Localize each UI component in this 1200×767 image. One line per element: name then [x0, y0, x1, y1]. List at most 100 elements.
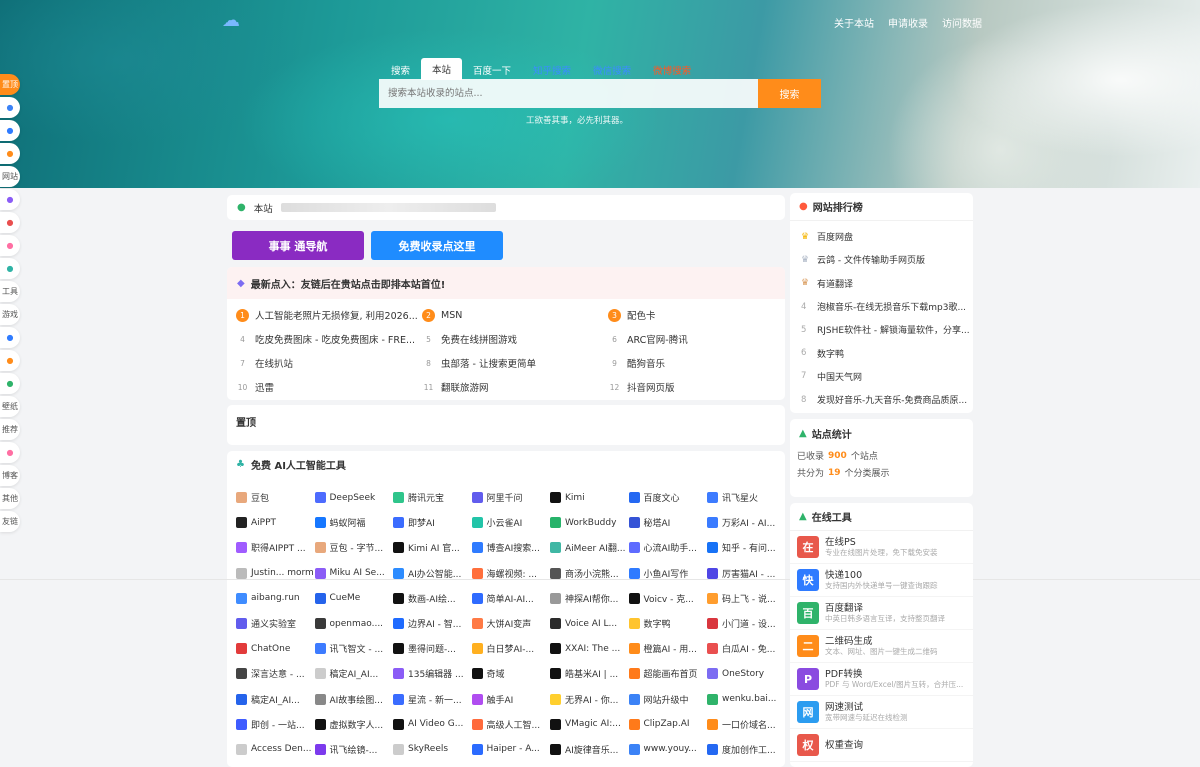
- ranking-item[interactable]: ♛ 有道翻译: [790, 272, 973, 295]
- ai-tool-link[interactable]: 厉害猫AI - ...: [707, 561, 785, 586]
- ai-tool-link[interactable]: DeepSeek: [314, 485, 394, 510]
- ai-tool-link[interactable]: AiMeer AI翻...: [550, 535, 629, 560]
- ai-tool-link[interactable]: 即创 - 一站...: [236, 712, 315, 737]
- ai-tool-link[interactable]: openmao....: [314, 611, 394, 636]
- ai-tool-link[interactable]: Kimi AI 官...: [393, 535, 472, 560]
- ai-tool-link[interactable]: 神探AI帮你...: [550, 586, 629, 611]
- free-submit-button[interactable]: 免费收录点这里: [371, 231, 503, 260]
- left-nav-item[interactable]: ●: [0, 373, 20, 394]
- header-link-about[interactable]: 关于本站: [834, 15, 874, 30]
- ai-tool-link[interactable]: 秘塔AI: [628, 510, 708, 535]
- left-nav-item[interactable]: 置顶: [0, 74, 20, 95]
- ai-tool-link[interactable]: 腾讯元宝: [393, 485, 472, 510]
- tool-item[interactable]: 百百度翻译 中英日韩多语言互译，支持整页翻译: [790, 597, 973, 630]
- left-nav-item[interactable]: ●: [0, 212, 20, 233]
- tool-item[interactable]: 二二维码生成 文本、网址、图片一键生成二维码: [790, 630, 973, 663]
- tool-item[interactable]: 网网速测试 宽带网速与延迟在线检测: [790, 696, 973, 729]
- ai-tool-link[interactable]: wenku.bai...: [707, 687, 785, 712]
- hot-list-item[interactable]: 4 吃皮免费图床 - 吃皮免费图床 - FRE...: [236, 327, 422, 351]
- ai-tool-link[interactable]: 小云雀AI: [471, 510, 551, 535]
- ai-tool-link[interactable]: 即梦AI: [393, 510, 472, 535]
- tool-item[interactable]: 权权重查询: [790, 729, 973, 762]
- ranking-item[interactable]: 7 中国天气网: [790, 365, 973, 388]
- left-nav-item[interactable]: 推荐: [0, 419, 20, 440]
- ai-tool-link[interactable]: Haiper - A...: [471, 737, 551, 762]
- hot-list-item[interactable]: 2 MSN: [422, 303, 608, 327]
- ranking-item[interactable]: 6 数字鸭: [790, 341, 973, 364]
- ai-tool-link[interactable]: AiPPT: [236, 510, 315, 535]
- ai-tool-link[interactable]: WorkBuddy: [550, 510, 629, 535]
- hot-list-item[interactable]: 6 ARC官网-腾讯: [608, 327, 785, 351]
- ai-tool-link[interactable]: 白瓜AI - 免...: [707, 636, 785, 661]
- ai-tool-link[interactable]: Voice AI L...: [550, 611, 629, 636]
- ai-tool-link[interactable]: AI旋律音乐...: [550, 737, 629, 762]
- ai-tool-link[interactable]: 豆包 - 字节...: [314, 535, 394, 560]
- cloud-logo-icon[interactable]: ☁: [222, 10, 240, 31]
- ai-tool-link[interactable]: 百度文心: [628, 485, 708, 510]
- ai-tool-link[interactable]: 边界AI - 智...: [393, 611, 472, 636]
- ai-tool-link[interactable]: 知乎 - 有问...: [707, 535, 785, 560]
- ai-tool-link[interactable]: www.youy...: [628, 737, 708, 762]
- ai-tool-link[interactable]: 稿定AI_AI...: [236, 687, 315, 712]
- left-nav-item[interactable]: ●: [0, 327, 20, 348]
- ai-tool-link[interactable]: 深言达意 - ...: [236, 661, 315, 686]
- ai-tool-link[interactable]: 蚂蚁阿福: [314, 510, 394, 535]
- left-nav-item[interactable]: ●: [0, 120, 20, 141]
- ranking-item[interactable]: 5 RJSHE软件社 - 解锁海量软件，分享...: [790, 318, 973, 341]
- ai-tool-link[interactable]: Justin... morm: [236, 561, 315, 586]
- tool-item[interactable]: 快快递100 支持国内外快递单号一键查询跟踪: [790, 564, 973, 597]
- search-tab[interactable]: 百度一下: [462, 60, 522, 80]
- ai-tool-link[interactable]: 大饼AI变声: [471, 611, 551, 636]
- hot-list-item[interactable]: 5 免费在线拼图游戏: [422, 327, 608, 351]
- ai-tool-link[interactable]: 海螺视频: ...: [471, 561, 551, 586]
- left-nav-item[interactable]: 其他: [0, 488, 20, 509]
- search-tab[interactable]: 搜索: [380, 60, 421, 80]
- ai-tool-link[interactable]: VMagic AI:...: [550, 712, 629, 737]
- left-nav-item[interactable]: ●: [0, 189, 20, 210]
- hot-list-item[interactable]: 12 抖音网页版: [608, 375, 785, 399]
- ai-tool-link[interactable]: 触手AI: [471, 687, 551, 712]
- left-nav-item[interactable]: ●: [0, 258, 20, 279]
- ai-tool-link[interactable]: 网站升级中: [628, 687, 708, 712]
- ai-tool-link[interactable]: 数字鸭: [628, 611, 708, 636]
- ai-tool-link[interactable]: 稿定AI_AI...: [314, 661, 394, 686]
- search-tab[interactable]: 本站: [421, 58, 463, 80]
- ai-tool-link[interactable]: 简单AI-AI...: [471, 586, 551, 611]
- ai-tool-link[interactable]: 度加创作工...: [707, 737, 785, 762]
- ai-tool-link[interactable]: 讯飞智文 - ...: [314, 636, 394, 661]
- ai-tool-link[interactable]: 心流AI助手...: [628, 535, 708, 560]
- ai-tool-link[interactable]: Kimi: [550, 485, 629, 510]
- ai-tool-link[interactable]: 高级人工智...: [471, 712, 551, 737]
- ai-tool-link[interactable]: 博查AI搜索...: [471, 535, 551, 560]
- ai-tool-link[interactable]: 星流 - 新一...: [393, 687, 472, 712]
- ai-tool-link[interactable]: 小鱼AI写作: [628, 561, 708, 586]
- left-nav-item[interactable]: 壁纸: [0, 396, 20, 417]
- ai-tool-link[interactable]: AI办公智能...: [393, 561, 472, 586]
- ai-tool-link[interactable]: 橙篇AI - 用...: [628, 636, 708, 661]
- ai-tool-link[interactable]: 皓基米AI | ...: [550, 661, 629, 686]
- ai-tool-link[interactable]: 讯飞绘镜-...: [314, 737, 394, 762]
- hot-list-item[interactable]: 7 在线扒站: [236, 351, 422, 375]
- left-nav-item[interactable]: ●: [0, 143, 20, 164]
- ai-tool-link[interactable]: AI故事绘图...: [314, 687, 394, 712]
- ranking-item[interactable]: 4 泡椒音乐-在线无损音乐下载mp3歌...: [790, 295, 973, 318]
- left-nav-item[interactable]: 游戏: [0, 304, 20, 325]
- ranking-item[interactable]: 8 发现好音乐-九天音乐-免费商品质原...: [790, 388, 973, 411]
- ai-tool-link[interactable]: SkyReels: [393, 737, 472, 762]
- ai-tool-link[interactable]: 超能画布首页: [628, 661, 708, 686]
- ai-tool-link[interactable]: OneStory: [707, 661, 785, 686]
- ai-tool-link[interactable]: XXAI: The ...: [550, 636, 629, 661]
- ranking-item[interactable]: ♛ 云鸽 - 文件传输助手网页版: [790, 248, 973, 271]
- ai-tool-link[interactable]: 白日梦AI-...: [471, 636, 551, 661]
- ai-tool-link[interactable]: 码上飞 - 说...: [707, 586, 785, 611]
- ai-tool-link[interactable]: 阿里千问: [471, 485, 551, 510]
- search-input[interactable]: [379, 79, 758, 108]
- ai-tool-link[interactable]: 墨得问题-...: [393, 636, 472, 661]
- left-nav-item[interactable]: 网站: [0, 166, 20, 187]
- ai-tool-link[interactable]: 无界AI - 你...: [550, 687, 629, 712]
- left-nav-item[interactable]: ●: [0, 350, 20, 371]
- search-button[interactable]: 搜索: [758, 79, 821, 108]
- ai-tool-link[interactable]: ChatOne: [236, 636, 315, 661]
- hot-list-item[interactable]: 11 翻联旅游网: [422, 375, 608, 399]
- ai-tool-link[interactable]: 一口价域名...: [707, 712, 785, 737]
